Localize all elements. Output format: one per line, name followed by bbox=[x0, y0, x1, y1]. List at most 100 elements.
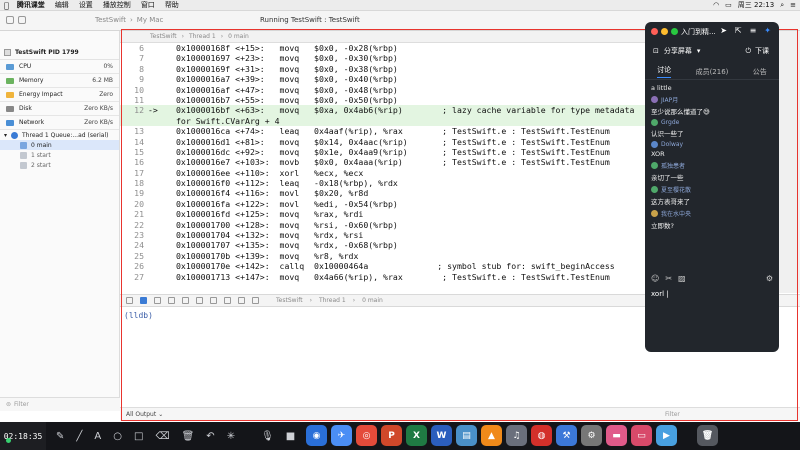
menu-item-edit[interactable]: 编辑 bbox=[55, 0, 69, 10]
debug-crumb-project[interactable]: TestSwift bbox=[276, 297, 303, 304]
xcode-app-icon[interactable]: ⚒ bbox=[556, 425, 577, 446]
line-number[interactable]: 8 bbox=[120, 64, 148, 74]
popout-icon[interactable]: ⇱ bbox=[735, 26, 742, 35]
thread-row[interactable]: ▾ Thread 1 Queue:...ad (serial) bbox=[0, 130, 119, 140]
line-number[interactable]: 7 bbox=[120, 53, 148, 63]
pin-icon[interactable]: ✦ bbox=[764, 26, 771, 35]
line-number[interactable]: 12 bbox=[120, 105, 148, 115]
share-screen-button[interactable]: ⊡ 分享屏幕 ▾ bbox=[653, 46, 700, 56]
avatar[interactable] bbox=[651, 210, 658, 217]
process-header[interactable]: TestSwift PID 1799 bbox=[0, 46, 119, 60]
line-number[interactable]: 11 bbox=[120, 95, 148, 105]
emoji-icon[interactable]: ☺ bbox=[651, 274, 659, 283]
stack-frame-2[interactable]: 2 start bbox=[0, 160, 119, 170]
view-hierarchy-icon[interactable] bbox=[210, 297, 217, 304]
output-selector[interactable]: All Output bbox=[126, 411, 156, 418]
image-icon[interactable]: ▨ bbox=[678, 274, 686, 283]
line-number[interactable]: 15 bbox=[120, 147, 148, 157]
apple-icon[interactable]:  bbox=[4, 1, 9, 10]
debug-crumb-frame[interactable]: 0 main bbox=[362, 297, 383, 304]
step-over-icon[interactable] bbox=[168, 297, 175, 304]
run-icon[interactable] bbox=[6, 16, 14, 24]
send-icon[interactable]: ➤ bbox=[720, 26, 727, 35]
tab-members[interactable]: 成员(216) bbox=[696, 67, 729, 77]
menu-item-help[interactable]: 帮助 bbox=[165, 0, 179, 10]
hide-debug-area-icon[interactable] bbox=[126, 297, 133, 304]
scheme-selector[interactable]: TestSwift › My Mac bbox=[95, 16, 163, 24]
line-number[interactable]: 16 bbox=[120, 157, 148, 167]
line-number[interactable]: 17 bbox=[120, 168, 148, 178]
line-number[interactable]: 10 bbox=[120, 85, 148, 95]
navigator-filter[interactable]: ⊜ Filter bbox=[0, 397, 120, 411]
line-number[interactable]: 23 bbox=[120, 230, 148, 240]
line-number[interactable]: 13 bbox=[120, 126, 148, 136]
preview-app-icon[interactable]: ▭ bbox=[631, 425, 652, 446]
avatar[interactable] bbox=[651, 119, 658, 126]
mic-icon[interactable]: 🎙 bbox=[261, 431, 274, 442]
line-number[interactable]: 18 bbox=[120, 178, 148, 188]
line-number[interactable]: 21 bbox=[120, 209, 148, 219]
gear-icon[interactable]: ⚙ bbox=[766, 274, 773, 283]
circle-icon[interactable]: ○ bbox=[113, 431, 122, 442]
rectangle-icon[interactable]: □ bbox=[134, 431, 143, 442]
step-in-icon[interactable] bbox=[182, 297, 189, 304]
menu-icon[interactable]: ≡ bbox=[750, 26, 757, 35]
trash-icon[interactable]: 🗑 bbox=[182, 431, 195, 442]
stack-frame-1[interactable]: 1 start bbox=[0, 150, 119, 160]
pause-icon[interactable] bbox=[154, 297, 161, 304]
undo-icon[interactable]: ↶ bbox=[206, 431, 214, 442]
menu-item-window[interactable]: 窗口 bbox=[141, 0, 155, 10]
breakpoints-toggle-icon[interactable] bbox=[140, 297, 147, 304]
line-number[interactable]: 25 bbox=[120, 251, 148, 261]
stack-frame-0[interactable]: 0 main bbox=[0, 140, 119, 150]
jump-crumb-project[interactable]: TestSwift bbox=[150, 33, 177, 40]
video-app-icon[interactable]: ▶ bbox=[656, 425, 677, 446]
maximize-icon[interactable] bbox=[671, 28, 678, 35]
settings-app-icon[interactable]: ⚙ bbox=[581, 425, 602, 446]
gauge-memory[interactable]: Memory 6.2 MB bbox=[0, 74, 119, 88]
folder-app-icon[interactable]: ▬ bbox=[606, 425, 627, 446]
menu-clock[interactable]: 周三 22:13 bbox=[738, 0, 774, 10]
swift-app-icon[interactable]: ✈ bbox=[331, 425, 352, 446]
line-number[interactable]: 19 bbox=[120, 188, 148, 198]
music-app-icon[interactable]: ♫ bbox=[506, 425, 527, 446]
trash-app-icon[interactable]: 🗑 bbox=[697, 425, 718, 446]
line-number[interactable]: 22 bbox=[120, 220, 148, 230]
menu-item-playback[interactable]: 播放控制 bbox=[103, 0, 131, 10]
pen-icon[interactable]: ✎ bbox=[56, 431, 64, 442]
gauge-cpu[interactable]: CPU 0% bbox=[0, 60, 119, 74]
vlc-app-icon[interactable]: ▲ bbox=[481, 425, 502, 446]
line-number[interactable]: 6 bbox=[120, 43, 148, 53]
tab-announcements[interactable]: 公告 bbox=[753, 67, 767, 77]
files-app-icon[interactable]: ▤ bbox=[456, 425, 477, 446]
line-number[interactable]: 27 bbox=[120, 272, 148, 282]
chat-input[interactable]: xorl | bbox=[651, 290, 669, 298]
text-icon[interactable]: A bbox=[94, 431, 101, 442]
step-out-icon[interactable] bbox=[196, 297, 203, 304]
wifi-icon[interactable]: ◠ bbox=[713, 1, 719, 9]
line-number[interactable]: 9 bbox=[120, 74, 148, 84]
gauge-energy[interactable]: Energy Impact Zero bbox=[0, 88, 119, 102]
battery-icon[interactable]: ▭ bbox=[725, 1, 732, 9]
minimize-icon[interactable] bbox=[661, 28, 668, 35]
line-number[interactable]: 14 bbox=[120, 137, 148, 147]
menu-list-icon[interactable]: ≡ bbox=[790, 1, 796, 9]
jump-crumb-thread[interactable]: Thread 1 bbox=[189, 33, 216, 40]
powerpoint-app-icon[interactable]: P bbox=[381, 425, 402, 446]
menu-item-settings[interactable]: 设置 bbox=[79, 0, 93, 10]
qq-class-app-icon[interactable]: ◉ bbox=[306, 425, 327, 446]
avatar[interactable] bbox=[651, 96, 658, 103]
environment-icon[interactable] bbox=[238, 297, 245, 304]
line-number[interactable]: 20 bbox=[120, 199, 148, 209]
line-number[interactable]: 24 bbox=[120, 240, 148, 250]
line-icon[interactable]: ╱ bbox=[76, 431, 82, 442]
avatar[interactable] bbox=[651, 162, 658, 169]
gauge-disk[interactable]: Disk Zero KB/s bbox=[0, 102, 119, 116]
line-number[interactable]: 26 bbox=[120, 261, 148, 271]
end-class-button[interactable]: ⏻ 下课 bbox=[745, 46, 769, 56]
output-chevron-icon[interactable]: ⌄ bbox=[158, 411, 163, 418]
avatar[interactable] bbox=[651, 186, 658, 193]
avatar[interactable] bbox=[651, 141, 658, 148]
disclosure-icon[interactable]: ▾ bbox=[4, 132, 7, 139]
word-app-icon[interactable]: W bbox=[431, 425, 452, 446]
